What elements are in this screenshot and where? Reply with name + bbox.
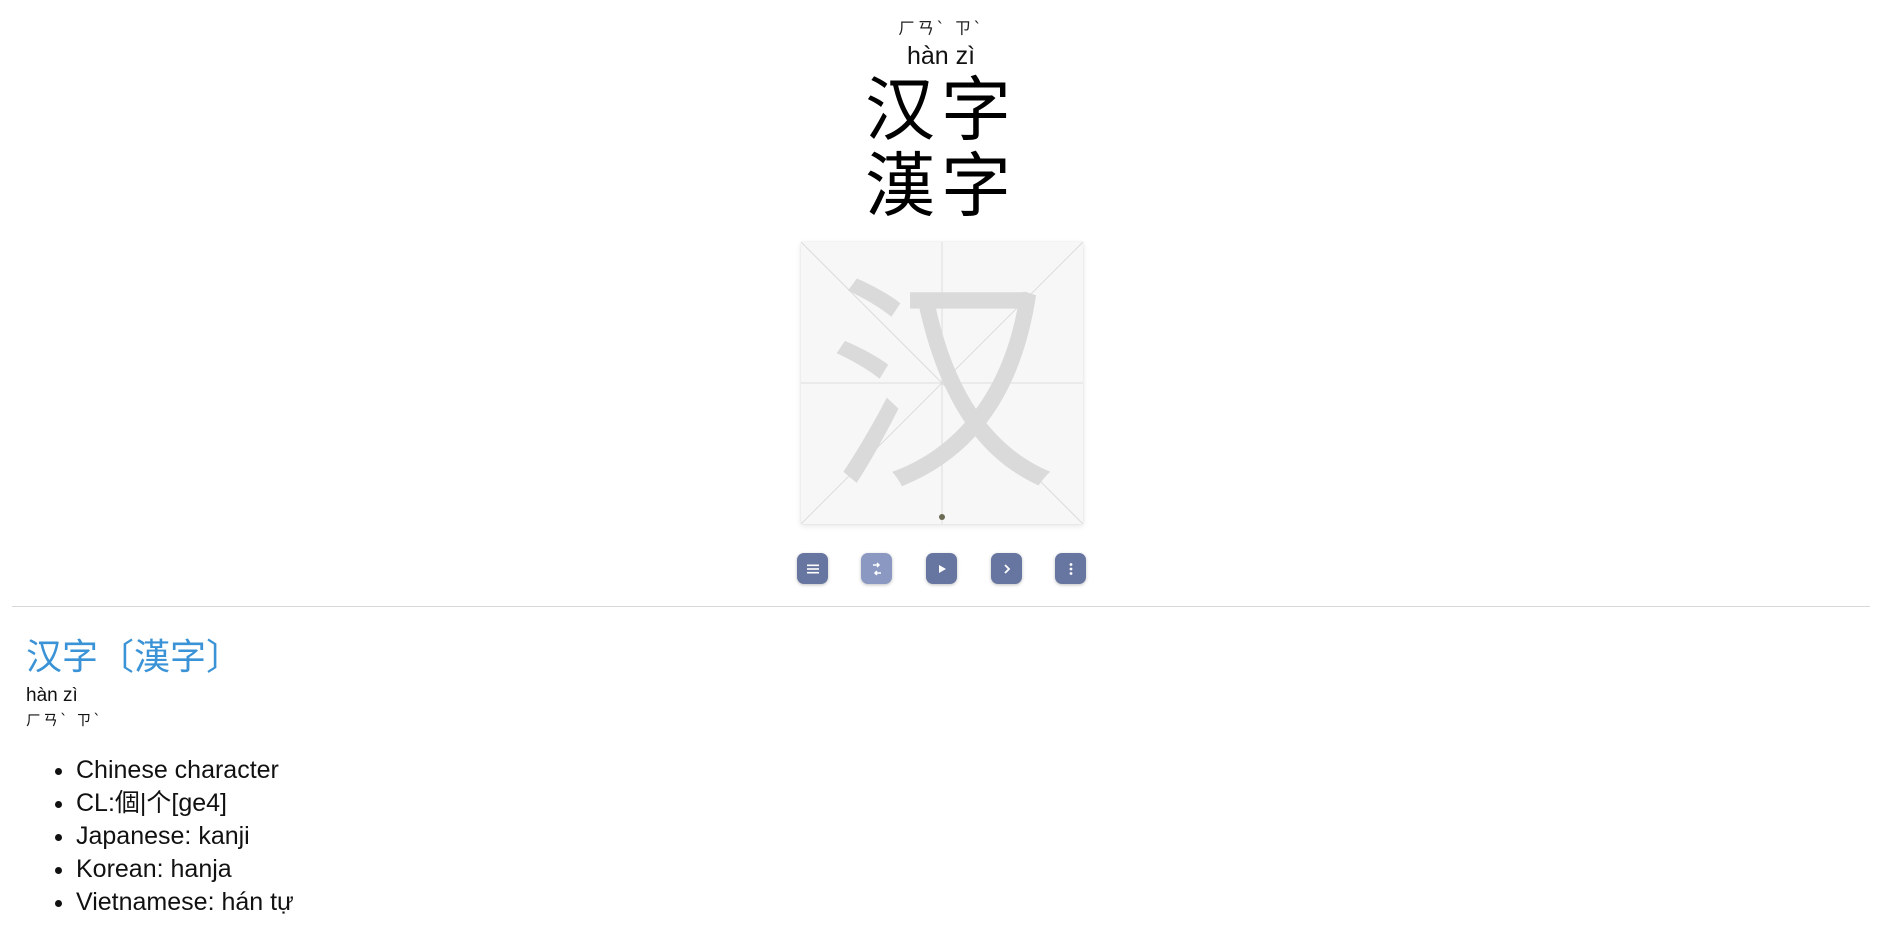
traditional-link[interactable]: 漢字 — [134, 637, 206, 678]
definition-item: Japanese: kanji — [76, 820, 294, 853]
definition-item: CL:個|个[ge4] — [76, 787, 294, 820]
pinyin-reading: hàn zì — [906, 42, 976, 70]
definition-item: Chinese character — [76, 754, 294, 787]
more-vertical-icon — [1069, 562, 1072, 575]
swap-script-button[interactable] — [861, 553, 892, 584]
entry-pinyin: hàn zì — [26, 685, 78, 706]
traditional-word: 漢字 — [865, 145, 1017, 227]
ghost-character: 汉 — [827, 256, 1057, 523]
open-bracket: 〔 — [98, 637, 135, 678]
entry-headword: 汉字〔漢字〕 — [26, 636, 294, 680]
definition-list: Chinese character CL:個|个[ge4] Japanese: … — [26, 754, 294, 919]
menu-icon — [806, 564, 819, 573]
swap-icon — [872, 561, 881, 576]
play-button[interactable] — [926, 553, 957, 584]
stroke-order-canvas[interactable]: 汉 — [801, 242, 1083, 524]
toolbar — [0, 553, 1882, 585]
simplified-word: 汉字 — [865, 69, 1017, 151]
dictionary-entry: 汉字〔漢字〕 hàn zì ㄏㄢˋ ㄗˋ Chinese character C… — [26, 636, 294, 919]
close-bracket: 〕 — [206, 637, 243, 678]
definition-item: Vietnamese: hán tự — [76, 886, 294, 919]
page: ㄏㄢˋ ㄗˋ hàn zì 汉字 漢字 汉 汉字〔漢字〕 hàn zì ㄏㄢˋ … — [0, 0, 1882, 934]
chevron-right-icon — [1003, 563, 1010, 574]
next-button[interactable] — [991, 553, 1022, 584]
more-options-button[interactable] — [1055, 553, 1086, 584]
stroke-start-dot — [939, 514, 945, 520]
section-divider — [12, 606, 1870, 607]
word-header: ㄏㄢˋ ㄗˋ hàn zì 汉字 漢字 — [0, 18, 1882, 224]
definition-item: Korean: hanja — [76, 853, 294, 886]
play-icon — [938, 564, 946, 573]
bopomofo-reading: ㄏㄢˋ ㄗˋ — [898, 19, 984, 39]
entry-bopomofo: ㄏㄢˋ ㄗˋ — [26, 711, 103, 729]
simplified-link[interactable]: 汉字 — [26, 637, 98, 678]
practice-grid: 汉 — [801, 242, 1083, 524]
menu-button[interactable] — [797, 553, 828, 584]
